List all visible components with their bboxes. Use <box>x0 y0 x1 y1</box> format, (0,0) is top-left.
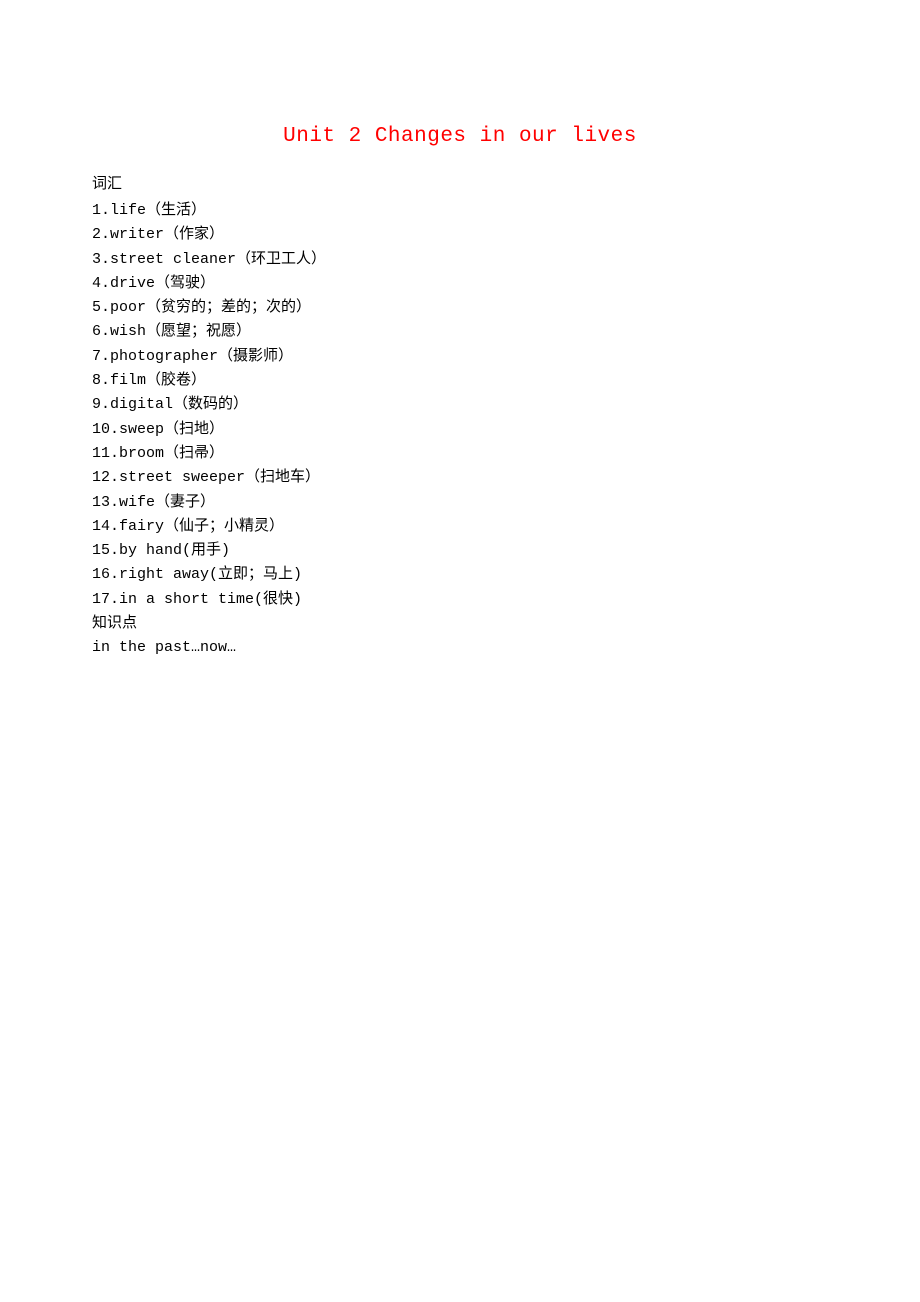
vocab-item: 9.digital（数码的） <box>92 393 830 417</box>
vocab-item: 14.fairy（仙子；小精灵） <box>92 515 830 539</box>
vocab-item: 5.poor（贫穷的；差的；次的） <box>92 296 830 320</box>
vocab-item: 13.wife（妻子） <box>92 491 830 515</box>
vocab-item: 4.drive（驾驶） <box>92 272 830 296</box>
vocab-item: 15.by hand(用手) <box>92 539 830 563</box>
vocab-item: 12.street sweeper（扫地车） <box>92 466 830 490</box>
vocab-item: 6.wish（愿望；祝愿） <box>92 320 830 344</box>
vocab-item: 17.in a short time(很快) <box>92 588 830 612</box>
vocab-item: 2.writer（作家） <box>92 223 830 247</box>
content-area: 词汇 1.life（生活） 2.writer（作家） 3.street clea… <box>90 172 830 661</box>
vocab-item: 3.street cleaner（环卫工人） <box>92 248 830 272</box>
vocab-item: 7.photographer（摄影师） <box>92 345 830 369</box>
knowledge-item: in the past…now… <box>92 636 830 660</box>
vocab-item: 11.broom（扫帚） <box>92 442 830 466</box>
subsection-heading: 知识点 <box>92 612 830 636</box>
page-title: Unit 2 Changes in our lives <box>90 125 830 148</box>
vocab-item: 1.life（生活） <box>92 199 830 223</box>
vocab-item: 10.sweep（扫地） <box>92 418 830 442</box>
section-heading: 词汇 <box>92 172 830 193</box>
vocab-item: 16.right away(立即；马上) <box>92 563 830 587</box>
vocab-item: 8.film（胶卷） <box>92 369 830 393</box>
